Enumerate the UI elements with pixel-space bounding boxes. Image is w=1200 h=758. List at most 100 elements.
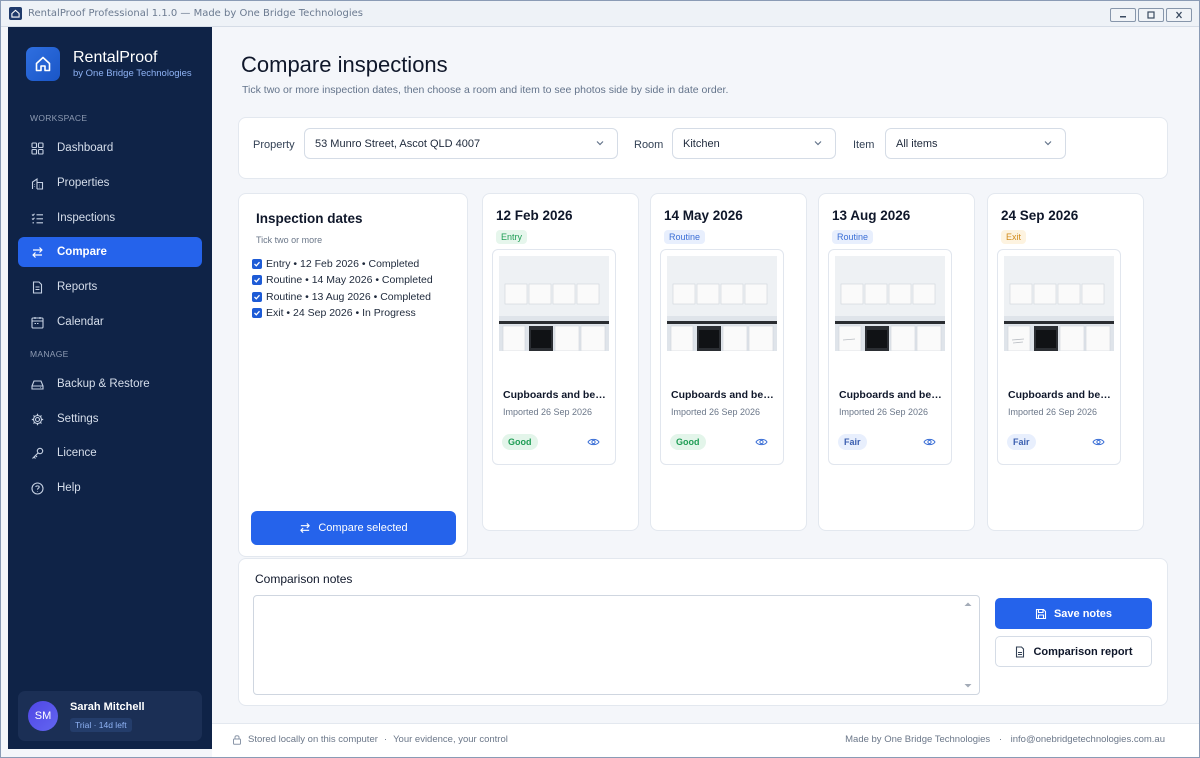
brand[interactable]: RentalProof by One Bridge Technologies [26, 47, 192, 81]
manage-section-label: MANAGE [30, 349, 69, 359]
kitchen-photo[interactable] [835, 256, 945, 351]
sidebar-item-properties[interactable]: Properties [18, 168, 202, 198]
comparison-column: 14 May 2026 Routine Cupboards and benc I… [650, 193, 807, 531]
view-icon[interactable] [923, 437, 936, 447]
pdf-document-icon [1016, 645, 1025, 658]
sidebar: RentalProof by One Bridge Technologies W… [8, 27, 212, 749]
minimize-button[interactable] [1110, 8, 1136, 22]
check-icon [254, 310, 260, 316]
sidebar-item-dashboard[interactable]: Dashboard [18, 133, 202, 163]
comparison-report-button[interactable]: Comparison report [995, 636, 1152, 667]
sidebar-item-help[interactable]: Help [18, 473, 202, 503]
checkbox-checked[interactable] [252, 259, 262, 269]
column-date: 13 Aug 2026 [832, 208, 911, 223]
kitchen-photo[interactable] [499, 256, 609, 351]
date-checkbox-label: Routine • 14 May 2026 • Completed [266, 274, 433, 286]
grid-icon [30, 141, 44, 155]
item-select[interactable]: All items [885, 128, 1066, 159]
save-notes-label: Save notes [1053, 607, 1113, 620]
photo-card[interactable]: Cupboards and benches Imported 26 Sep 20… [660, 249, 784, 465]
sidebar-item-label: Calendar [57, 316, 104, 328]
inspection-type-badge: Routine [664, 230, 706, 244]
photo-card[interactable]: Cupboards and benches Imported 26 Sep 20… [492, 249, 616, 465]
sidebar-item-licence[interactable]: Licence [18, 438, 202, 468]
date-checkbox-row[interactable]: Routine • 14 May 2026 • Completed [252, 274, 433, 286]
chevron-down-icon [596, 141, 604, 146]
column-date: 12 Feb 2026 [496, 208, 573, 223]
lock-icon [233, 735, 241, 745]
sidebar-item-label: Inspections [57, 212, 116, 224]
footer-separator: · [383, 734, 388, 745]
date-checkbox-row[interactable]: Routine • 13 Aug 2026 • Completed [252, 291, 431, 303]
footer-email-link[interactable]: info@onebridgetechnologies.com.au [1011, 734, 1165, 745]
room-label: Room [634, 139, 664, 151]
chevron-down-icon [814, 141, 822, 146]
comparison-column: 12 Feb 2026 Entry Cupboards and benc Imp… [482, 193, 639, 531]
photo-caption: Cupboards and benches [839, 389, 943, 401]
kitchen-photo[interactable] [667, 256, 777, 351]
condition-badge: Good [670, 434, 706, 450]
view-icon[interactable] [1092, 437, 1105, 447]
check-icon [254, 261, 260, 267]
column-date: 14 May 2026 [664, 208, 743, 223]
avatar: SM [28, 701, 58, 731]
photo-card[interactable]: Cupboards and benches Imported 26 Sep 20… [997, 249, 1121, 465]
sidebar-item-settings[interactable]: Settings [18, 404, 202, 434]
date-checkbox-row[interactable]: Entry • 12 Feb 2026 • Completed [252, 258, 419, 270]
kitchen-photo-image [667, 256, 777, 351]
comparison-notes-title: Comparison notes [255, 572, 353, 586]
sidebar-item-calendar[interactable]: Calendar [18, 307, 202, 337]
check-icon [254, 277, 260, 283]
photo-card[interactable]: Cupboards and benches Imported 26 Sep 20… [828, 249, 952, 465]
comparison-report-label: Comparison report [1033, 645, 1133, 658]
notes-scrollbar[interactable] [961, 600, 975, 690]
property-select[interactable]: 53 Munro Street, Ascot QLD 4007 [304, 128, 618, 159]
minimize-icon [1120, 16, 1126, 18]
window-controls [1110, 8, 1192, 22]
app-icon [9, 7, 22, 20]
maximize-button[interactable] [1138, 8, 1164, 22]
comparison-notes-input[interactable] [253, 595, 980, 695]
sidebar-item-inspections[interactable]: Inspections [18, 203, 202, 233]
kitchen-photo[interactable] [1004, 256, 1114, 351]
checkbox-checked[interactable] [252, 292, 262, 302]
swap-icon [30, 245, 44, 259]
save-notes-button[interactable]: Save notes [995, 598, 1152, 629]
checkbox-checked[interactable] [252, 308, 262, 318]
photo-imported-date: Imported 26 Sep 2026 [671, 407, 761, 417]
item-value: All items [896, 137, 938, 150]
close-icon [1176, 11, 1182, 19]
photo-imported-date: Imported 26 Sep 2026 [839, 407, 929, 417]
checkbox-checked[interactable] [252, 275, 262, 285]
document-icon [30, 280, 44, 294]
date-checkbox-row[interactable]: Exit • 24 Sep 2026 • In Progress [252, 307, 416, 319]
photo-imported-date: Imported 26 Sep 2026 [503, 407, 593, 417]
sidebar-item-label: Dashboard [57, 142, 114, 154]
inspection-dates-panel: Inspection dates Tick two or more Entry … [238, 193, 468, 557]
sidebar-item-backup-restore[interactable]: Backup & Restore [18, 369, 202, 399]
property-label: Property [253, 139, 295, 151]
view-icon[interactable] [755, 437, 768, 447]
compare-selected-button[interactable]: Compare selected [251, 511, 456, 545]
photo-imported-date: Imported 26 Sep 2026 [1008, 407, 1098, 417]
item-label: Item [853, 139, 875, 151]
title-bar: RentalProof Professional 1.1.0 — Made by… [1, 1, 1199, 27]
sidebar-item-compare[interactable]: Compare [18, 237, 202, 267]
user-card[interactable]: SM Sarah Mitchell Trial · 14d left [18, 691, 202, 741]
close-button[interactable] [1166, 8, 1192, 22]
app-window: RentalProof Professional 1.1.0 — Made by… [0, 0, 1200, 758]
sidebar-item-label: Settings [57, 413, 99, 425]
page-title: Compare inspections [241, 52, 448, 77]
swap-icon [300, 522, 311, 534]
comparison-column: 24 Sep 2026 Exit Cupboards and benc Impo… [987, 193, 1144, 531]
view-icon[interactable] [587, 437, 600, 447]
sidebar-item-label: Help [57, 482, 81, 494]
photo-caption: Cupboards and benches [503, 389, 607, 401]
condition-badge: Fair [1007, 434, 1036, 450]
footer-separator: · [998, 734, 1002, 745]
room-value: Kitchen [683, 137, 720, 150]
sidebar-item-reports[interactable]: Reports [18, 272, 202, 302]
workspace-section-label: WORKSPACE [30, 113, 88, 123]
footer-tagline: Your evidence, your control [393, 734, 508, 745]
room-select[interactable]: Kitchen [672, 128, 836, 159]
